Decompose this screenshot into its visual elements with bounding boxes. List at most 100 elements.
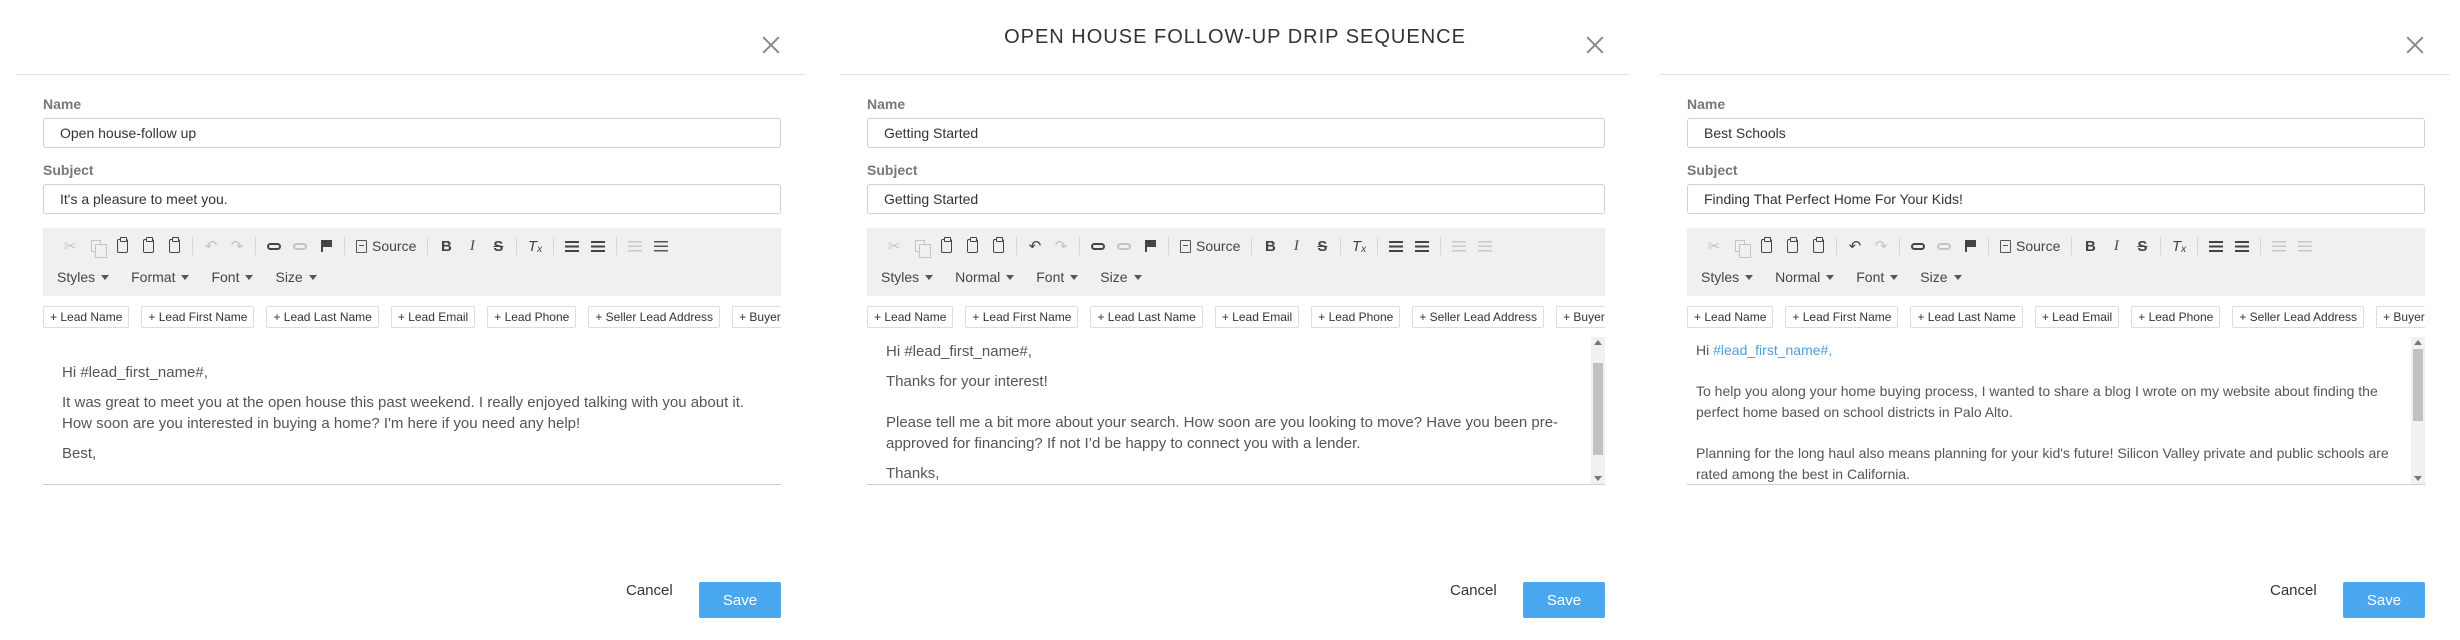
close-icon[interactable] bbox=[760, 34, 782, 56]
styles-dropdown[interactable]: Styles bbox=[1701, 269, 1754, 285]
tag-lead-last-name-button[interactable]: + Lead Last Name bbox=[1910, 306, 2023, 328]
undo-icon[interactable]: ↶ bbox=[198, 235, 224, 257]
strikethrough-icon[interactable]: S bbox=[485, 235, 511, 257]
source-button[interactable]: Source bbox=[350, 238, 422, 254]
numbered-list-icon[interactable] bbox=[2203, 235, 2229, 257]
size-dropdown[interactable]: Size bbox=[275, 269, 317, 285]
name-field[interactable] bbox=[1687, 118, 2425, 148]
tag-seller-lead-address-button[interactable]: + Seller Lead Address bbox=[2232, 306, 2365, 328]
italic-icon[interactable]: I bbox=[2103, 235, 2129, 257]
link-icon[interactable] bbox=[1905, 235, 1931, 257]
paste-text-icon[interactable] bbox=[135, 235, 161, 257]
redo-icon[interactable]: ↷ bbox=[1868, 235, 1894, 257]
paste-text-icon[interactable] bbox=[1779, 235, 1805, 257]
paste-word-icon[interactable] bbox=[161, 235, 187, 257]
indent-icon[interactable] bbox=[2292, 235, 2318, 257]
strikethrough-icon[interactable]: S bbox=[2129, 235, 2155, 257]
close-icon[interactable] bbox=[1584, 34, 1606, 56]
bulleted-list-icon[interactable] bbox=[1409, 235, 1435, 257]
size-dropdown[interactable]: Size bbox=[1100, 269, 1142, 285]
remove-format-icon[interactable]: Tₓ bbox=[2166, 235, 2192, 257]
font-dropdown[interactable]: Font bbox=[1856, 269, 1899, 285]
strikethrough-icon[interactable]: S bbox=[1309, 235, 1335, 257]
remove-format-icon[interactable]: Tₓ bbox=[1346, 235, 1372, 257]
scroll-down-arrow-icon[interactable] bbox=[1594, 476, 1602, 481]
scrollbar-thumb[interactable] bbox=[2413, 349, 2423, 421]
subject-field[interactable] bbox=[43, 184, 781, 214]
name-field[interactable] bbox=[43, 118, 781, 148]
email-body-editor[interactable]: Hi #lead_first_name#, Thanks for your in… bbox=[867, 337, 1605, 483]
subject-field[interactable] bbox=[867, 184, 1605, 214]
indent-icon[interactable] bbox=[648, 235, 674, 257]
copy-icon[interactable] bbox=[907, 235, 933, 258]
scroll-down-arrow-icon[interactable] bbox=[2414, 476, 2422, 481]
close-icon[interactable] bbox=[2404, 34, 2426, 56]
name-field[interactable] bbox=[867, 118, 1605, 148]
scroll-up-arrow-icon[interactable] bbox=[2414, 340, 2422, 345]
editor-scrollbar[interactable] bbox=[2411, 337, 2425, 484]
paste-word-icon[interactable] bbox=[1805, 235, 1831, 257]
unlink-icon[interactable] bbox=[1111, 235, 1137, 257]
anchor-flag-icon[interactable] bbox=[1957, 235, 1983, 257]
styles-dropdown[interactable]: Styles bbox=[57, 269, 110, 285]
format-dropdown[interactable]: Normal bbox=[955, 269, 1015, 285]
tag-lead-name-button[interactable]: + Lead Name bbox=[43, 306, 130, 328]
tag-lead-name-button[interactable]: + Lead Name bbox=[867, 306, 954, 328]
redo-icon[interactable]: ↷ bbox=[224, 235, 250, 257]
tag-lead-phone-button[interactable]: + Lead Phone bbox=[2131, 306, 2221, 328]
source-button[interactable]: Source bbox=[1994, 238, 2066, 254]
source-button[interactable]: Source bbox=[1174, 238, 1246, 254]
tag-lead-last-name-button[interactable]: + Lead Last Name bbox=[1090, 306, 1203, 328]
outdent-icon[interactable] bbox=[622, 235, 648, 257]
unlink-icon[interactable] bbox=[287, 235, 313, 257]
paste-text-icon[interactable] bbox=[959, 235, 985, 257]
save-button[interactable]: Save bbox=[2343, 582, 2425, 618]
bulleted-list-icon[interactable] bbox=[2229, 235, 2255, 257]
bold-icon[interactable]: B bbox=[2077, 235, 2103, 257]
bulleted-list-icon[interactable] bbox=[585, 235, 611, 257]
anchor-flag-icon[interactable] bbox=[313, 235, 339, 257]
tag-buyer-lead-city-dropdown[interactable]: + Buyer Lead City bbox=[1556, 306, 1605, 328]
save-button[interactable]: Save bbox=[699, 582, 781, 618]
anchor-flag-icon[interactable] bbox=[1137, 235, 1163, 257]
font-dropdown[interactable]: Font bbox=[211, 269, 254, 285]
email-body-editor[interactable]: Hi #lead_first_name#, It was great to me… bbox=[43, 362, 781, 480]
font-dropdown[interactable]: Font bbox=[1036, 269, 1079, 285]
numbered-list-icon[interactable] bbox=[1383, 235, 1409, 257]
tag-seller-lead-address-button[interactable]: + Seller Lead Address bbox=[588, 306, 721, 328]
tag-lead-first-name-button[interactable]: + Lead First Name bbox=[965, 306, 1079, 328]
italic-icon[interactable]: I bbox=[1283, 235, 1309, 257]
cut-icon[interactable]: ✂ bbox=[57, 235, 83, 257]
copy-icon[interactable] bbox=[1727, 235, 1753, 258]
cancel-button[interactable]: Cancel bbox=[1450, 582, 1497, 599]
cancel-button[interactable]: Cancel bbox=[626, 582, 673, 599]
editor-scrollbar[interactable] bbox=[1591, 337, 1605, 484]
tag-buyer-lead-city-dropdown[interactable]: + Buyer Lead City bbox=[2376, 306, 2425, 328]
format-dropdown[interactable]: Format bbox=[131, 269, 190, 285]
tag-lead-email-button[interactable]: + Lead Email bbox=[390, 306, 476, 328]
tag-buyer-lead-city-dropdown[interactable]: + Buyer Lead City bbox=[732, 306, 781, 328]
tag-lead-first-name-button[interactable]: + Lead First Name bbox=[1785, 306, 1899, 328]
cut-icon[interactable]: ✂ bbox=[1701, 235, 1727, 257]
tag-lead-first-name-button[interactable]: + Lead First Name bbox=[141, 306, 255, 328]
unlink-icon[interactable] bbox=[1931, 235, 1957, 257]
tag-lead-name-button[interactable]: + Lead Name bbox=[1687, 306, 1774, 328]
save-button[interactable]: Save bbox=[1523, 582, 1605, 618]
scroll-up-arrow-icon[interactable] bbox=[1594, 340, 1602, 345]
tag-seller-lead-address-button[interactable]: + Seller Lead Address bbox=[1412, 306, 1545, 328]
tag-lead-email-button[interactable]: + Lead Email bbox=[1214, 306, 1300, 328]
indent-icon[interactable] bbox=[1472, 235, 1498, 257]
link-icon[interactable] bbox=[1085, 235, 1111, 257]
email-body-editor[interactable]: Hi #lead_first_name#, To help you along … bbox=[1687, 337, 2425, 483]
paste-icon[interactable] bbox=[933, 235, 959, 257]
size-dropdown[interactable]: Size bbox=[1920, 269, 1962, 285]
paste-icon[interactable] bbox=[1753, 235, 1779, 257]
numbered-list-icon[interactable] bbox=[559, 235, 585, 257]
copy-icon[interactable] bbox=[83, 235, 109, 258]
link-icon[interactable] bbox=[261, 235, 287, 257]
bold-icon[interactable]: B bbox=[1257, 235, 1283, 257]
styles-dropdown[interactable]: Styles bbox=[881, 269, 934, 285]
cut-icon[interactable]: ✂ bbox=[881, 235, 907, 257]
paste-icon[interactable] bbox=[109, 235, 135, 257]
outdent-icon[interactable] bbox=[1446, 235, 1472, 257]
